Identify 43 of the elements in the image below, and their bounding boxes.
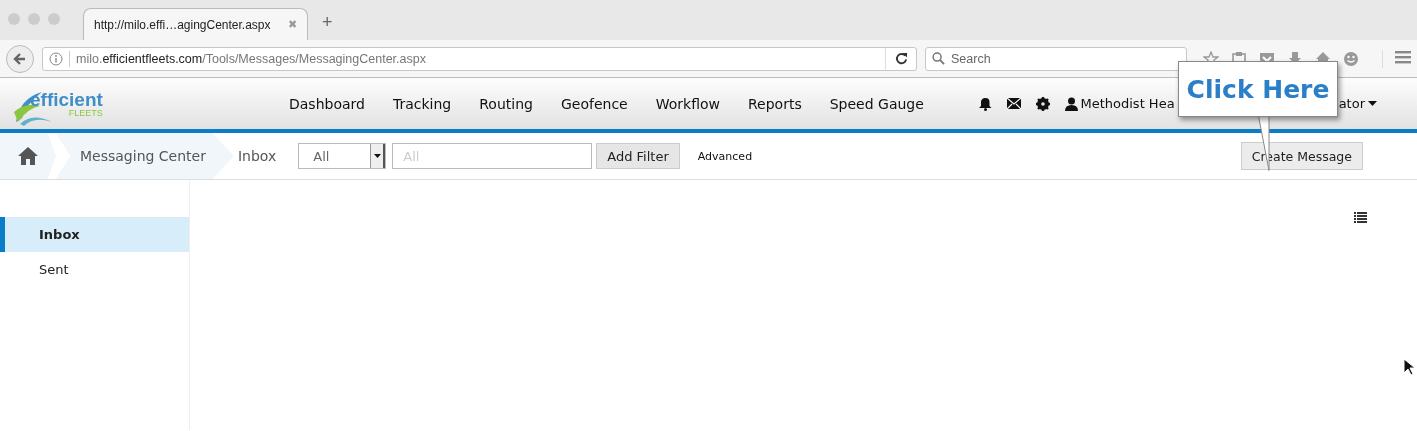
caret-icon — [373, 154, 381, 158]
nav-link[interactable]: Routing — [465, 95, 547, 112]
nav-link[interactable]: Dashboard — [275, 95, 379, 112]
list-view-icon[interactable] — [1354, 212, 1367, 223]
home-icon — [18, 147, 38, 165]
logo-wordmark: efficient — [30, 89, 103, 109]
back-arrow-icon — [13, 51, 27, 66]
tab-title: http://milo.effi…agingCenter.aspx — [94, 17, 271, 32]
browser-tab[interactable]: http://milo.effi…agingCenter.aspx ✖ — [83, 8, 308, 40]
user-icon — [1064, 96, 1078, 111]
user-name[interactable]: Methodist Hea — [1080, 96, 1175, 111]
nav-link[interactable]: Tracking — [378, 95, 466, 112]
sidebar-item[interactable]: Inbox — [0, 217, 189, 252]
search-field[interactable]: Search — [925, 46, 1187, 71]
new-tab-button[interactable]: + — [322, 12, 333, 33]
filter-dropdown[interactable]: All — [298, 143, 387, 169]
breadcrumb-link[interactable]: Messaging Center — [56, 133, 234, 179]
nav-link[interactable]: Workflow — [641, 95, 734, 112]
smiley-icon[interactable] — [1343, 50, 1359, 67]
home-button[interactable] — [0, 133, 56, 179]
menu-icon[interactable] — [1395, 49, 1411, 64]
back-button[interactable] — [6, 44, 34, 73]
mouse-cursor-icon — [1403, 358, 1415, 376]
info-icon — [49, 51, 63, 66]
logo-subtitle: FLEETS — [68, 108, 103, 118]
nav-link[interactable]: Speed Gauge — [815, 95, 938, 112]
advanced-link[interactable]: Advanced — [697, 149, 753, 163]
search-placeholder: Search — [951, 51, 991, 66]
search-icon — [932, 52, 945, 65]
gear-icon[interactable] — [1035, 96, 1050, 111]
sidebar-item[interactable]: Sent — [0, 252, 189, 287]
nav-link[interactable]: Reports — [734, 95, 816, 112]
bell-icon[interactable] — [978, 96, 992, 111]
click-here-tooltip: Click Here — [1178, 61, 1338, 117]
add-filter-button[interactable]: Add Filter — [596, 143, 680, 169]
caret-icon[interactable] — [1368, 101, 1377, 106]
url-text: milo.efficientfleets.com/Tools/Messages/MessagingCenter.aspx — [76, 51, 426, 66]
envelope-icon[interactable] — [1006, 98, 1021, 109]
reload-icon — [894, 52, 908, 65]
breadcrumb-current: Inbox — [237, 148, 277, 164]
nav-link[interactable]: Geofence — [546, 95, 642, 112]
user-name[interactable]: ator — [1338, 96, 1365, 111]
address-field[interactable]: milo.efficientfleets.com/Tools/Messages/MessagingCenter.aspx — [42, 46, 917, 71]
